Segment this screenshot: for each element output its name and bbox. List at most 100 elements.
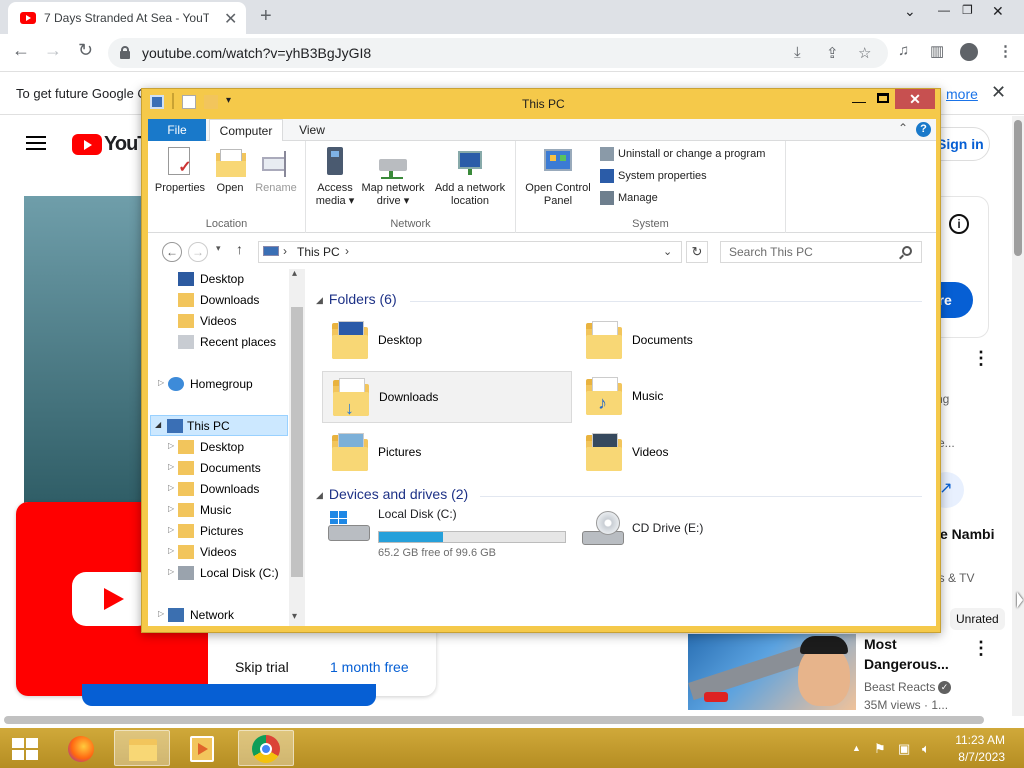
related-video-title[interactable]: Most Dangerous... xyxy=(864,634,956,674)
nav-item-recent-places[interactable]: Recent places xyxy=(178,332,288,353)
tab-search-icon[interactable]: ⌄ xyxy=(904,3,916,20)
nav-item-videos[interactable]: Videos xyxy=(178,311,288,332)
nav-item-network[interactable]: ▷ Network xyxy=(156,605,288,626)
search-input[interactable]: Search This PC xyxy=(720,241,922,263)
scrollbar-thumb[interactable] xyxy=(1014,120,1022,256)
infobar-learn-more-link[interactable]: more xyxy=(946,86,978,102)
address-box[interactable]: › This PC › ⌄ xyxy=(258,241,682,263)
profile-avatar-icon[interactable] xyxy=(960,43,978,61)
address-bar[interactable]: youtube.com/watch?v=yhB3BgJyGI8 ⤓ ⇪ ☆ xyxy=(108,38,888,68)
expand-arrow-icon[interactable]: ▷ xyxy=(158,609,164,618)
tab-view[interactable]: View xyxy=(288,119,336,142)
expand-arrow-icon[interactable]: ▷ xyxy=(168,525,174,534)
folders-group-header[interactable]: ◢ Folders (6) xyxy=(316,291,397,307)
address-dropdown-icon[interactable]: ⌄ xyxy=(663,245,672,258)
tab-file[interactable]: File xyxy=(148,119,206,141)
explorer-close-button[interactable]: ✕ xyxy=(895,89,935,109)
nav-item-pc-documents[interactable]: ▷ Documents xyxy=(166,458,288,479)
file-explorer-taskbar-icon[interactable] xyxy=(114,730,170,766)
expand-arrow-icon[interactable]: ▷ xyxy=(168,441,174,450)
related-kebab-icon[interactable]: ⋮ xyxy=(972,638,990,659)
nav-scrollbar[interactable]: ▴ ▾ xyxy=(289,268,305,626)
folder-music[interactable]: ♪ Music xyxy=(576,371,826,423)
breadcrumb-this-pc[interactable]: This PC xyxy=(297,245,340,259)
lock-icon[interactable] xyxy=(120,46,130,59)
refresh-icon[interactable]: ↻ xyxy=(686,241,708,263)
chrome-taskbar-icon[interactable] xyxy=(238,730,294,766)
properties-button[interactable]: ✓ Properties xyxy=(154,147,206,195)
reload-icon[interactable]: ↻ xyxy=(78,40,93,61)
expand-arrow-icon[interactable]: ▷ xyxy=(168,504,174,513)
windows-start-icon[interactable] xyxy=(12,738,38,760)
nav-item-pc-desktop[interactable]: ▷ Desktop xyxy=(166,437,288,458)
infobar-close-icon[interactable]: ✕ xyxy=(991,82,1006,103)
explorer-minimize-button[interactable]: — xyxy=(852,93,866,109)
scroll-down-icon[interactable]: ▾ xyxy=(292,611,297,622)
bookmark-star-icon[interactable]: ☆ xyxy=(858,44,871,62)
media-controls-icon[interactable]: ♫ xyxy=(898,42,909,59)
devices-group-header[interactable]: ◢ Devices and drives (2) xyxy=(316,486,468,502)
nav-item-pc-pictures[interactable]: ▷ Pictures xyxy=(166,521,288,542)
help-icon[interactable]: ? xyxy=(916,122,931,137)
hamburger-menu-icon[interactable] xyxy=(26,136,46,150)
youtube-logo-icon[interactable] xyxy=(72,134,102,155)
uninstall-program-button[interactable]: Uninstall or change a program xyxy=(600,147,765,161)
related-channel-name[interactable]: Beast Reacts xyxy=(864,680,935,694)
info-icon[interactable]: i xyxy=(949,214,969,234)
recent-locations-icon[interactable]: ▾ xyxy=(216,243,221,254)
back-arrow-icon[interactable]: ← xyxy=(162,242,182,262)
manage-button[interactable]: Manage xyxy=(600,191,658,205)
unrated-chip[interactable]: Unrated xyxy=(950,608,1005,630)
tab-close-icon[interactable]: ✕ xyxy=(224,9,237,29)
forward-arrow-icon[interactable]: → xyxy=(188,242,208,262)
clock-time[interactable]: 11:23 AM xyxy=(955,733,1005,747)
add-network-location-button[interactable]: Add a network location xyxy=(430,147,510,208)
access-media-button[interactable]: Access media ▾ xyxy=(312,147,358,208)
folder-documents[interactable]: Documents xyxy=(576,315,826,367)
open-button[interactable]: Open xyxy=(210,147,250,195)
chrome-menu-icon[interactable]: ⋮ xyxy=(998,42,1013,60)
open-control-panel-button[interactable]: Open Control Panel xyxy=(522,147,594,208)
horizontal-scrollbar[interactable] xyxy=(4,716,984,724)
nav-item-pc-videos[interactable]: ▷ Videos xyxy=(166,542,288,563)
expand-arrow-icon[interactable]: ▷ xyxy=(158,378,164,387)
folder-desktop[interactable]: Desktop xyxy=(322,315,572,367)
vertical-scrollbar[interactable] xyxy=(1012,116,1024,716)
browser-tab[interactable]: 7 Days Stranded At Sea - YouTube ✕ xyxy=(8,2,246,34)
customize-qat-icon[interactable]: ▾ xyxy=(226,95,240,109)
folder-downloads[interactable]: ↓ Downloads xyxy=(322,371,572,423)
rename-button[interactable]: Rename xyxy=(252,147,300,195)
nav-item-desktop[interactable]: Desktop xyxy=(178,269,288,290)
video-title-fragment[interactable]: e Nambi xyxy=(940,526,994,542)
expand-arrow-icon[interactable]: ▷ xyxy=(168,567,174,576)
expand-arrow-icon[interactable]: ▷ xyxy=(168,462,174,471)
drive-local-disk-c[interactable]: Local Disk (C:) 65.2 GB free of 99.6 GB xyxy=(322,505,572,559)
back-icon[interactable]: ← xyxy=(12,40,30,61)
collapse-chevron-icon[interactable]: ◢ xyxy=(316,295,323,305)
this-pc-icon[interactable] xyxy=(150,95,164,109)
tab-computer[interactable]: Computer xyxy=(209,119,283,142)
system-properties-button[interactable]: System properties xyxy=(600,169,707,183)
expand-arrow-icon[interactable]: ▷ xyxy=(168,483,174,492)
up-arrow-icon[interactable]: ↑ xyxy=(236,241,243,257)
map-network-drive-button[interactable]: Map network drive ▾ xyxy=(358,147,428,208)
collapse-chevron-icon[interactable]: ◢ xyxy=(316,490,323,500)
collapse-arrow-icon[interactable]: ◢ xyxy=(155,420,161,429)
folder-pictures[interactable]: Pictures xyxy=(322,427,572,479)
nav-item-this-pc[interactable]: ◢ This PC xyxy=(150,415,288,436)
side-panel-icon[interactable]: ▥ xyxy=(930,42,944,60)
clock-date[interactable]: 8/7/2023 xyxy=(955,750,1005,764)
folder-videos[interactable]: Videos xyxy=(576,427,826,479)
network-tray-icon[interactable]: ▣ xyxy=(898,741,910,757)
firefox-taskbar-icon[interactable] xyxy=(54,730,110,766)
breadcrumb-separator[interactable]: › xyxy=(345,244,349,258)
window-close-button[interactable]: ✕ xyxy=(992,3,1004,20)
window-restore-button[interactable]: ❐ xyxy=(962,3,973,17)
nav-scrollbar-thumb[interactable] xyxy=(291,307,303,577)
month-free-button[interactable]: 1 month free xyxy=(330,659,409,675)
volume-icon[interactable]: 🔈︎ xyxy=(922,741,930,757)
nav-item-pc-music[interactable]: ▷ Music xyxy=(166,500,288,521)
properties-icon[interactable] xyxy=(182,95,196,109)
nav-item-pc-local-disk[interactable]: ▷ Local Disk (C:) xyxy=(166,563,288,584)
explorer-titlebar[interactable]: ▾ This PC — ✕ xyxy=(142,89,940,117)
